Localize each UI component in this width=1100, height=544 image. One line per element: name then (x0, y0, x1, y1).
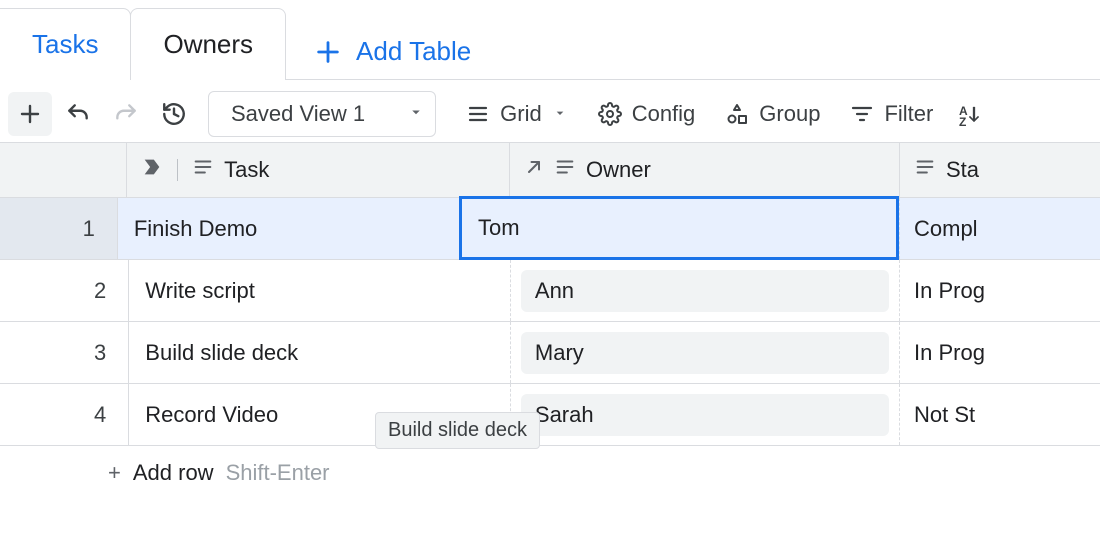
cell-task[interactable]: Build slide deck (129, 322, 511, 383)
tab-owners[interactable]: Owners (130, 8, 286, 80)
history-button[interactable] (152, 92, 196, 136)
divider (177, 159, 178, 181)
cell-task[interactable]: Record Video (129, 384, 511, 445)
redo-button (104, 92, 148, 136)
filter-icon (850, 102, 874, 126)
column-header-owner[interactable]: Owner (510, 143, 900, 197)
column-header-status[interactable]: Sta (900, 143, 1100, 197)
text-column-icon (914, 156, 936, 184)
row-number: 4 (0, 384, 129, 445)
group-label: Group (759, 101, 820, 127)
row-number: 1 (0, 198, 118, 259)
column-status-label: Sta (946, 157, 979, 183)
config-button[interactable]: Config (598, 101, 696, 127)
owner-pill: Sarah (521, 394, 889, 436)
cell-status[interactable]: In Prog (900, 322, 1100, 383)
table-row[interactable]: 1 Finish Demo Tom Compl (0, 198, 1100, 260)
list-icon (466, 102, 490, 126)
plus-icon: + (108, 460, 121, 486)
text-column-icon (554, 156, 576, 184)
grid-label: Grid (500, 101, 542, 127)
selected-cell-frame: Tom (459, 196, 899, 260)
column-owner-label: Owner (586, 157, 651, 183)
cell-owner[interactable]: Ann (511, 260, 900, 321)
gear-icon (598, 102, 622, 126)
plus-icon (314, 38, 342, 66)
saved-view-dropdown[interactable]: Saved View 1 (208, 91, 436, 137)
saved-view-label: Saved View 1 (231, 101, 365, 127)
cell-task[interactable]: Finish Demo (118, 198, 460, 259)
table-row[interactable]: 4 Record Video Sarah Not St (0, 384, 1100, 446)
column-header-task[interactable]: Task (127, 143, 510, 197)
column-task-label: Task (224, 157, 269, 183)
cell-owner[interactable]: Tom (460, 198, 900, 259)
row-number: 2 (0, 260, 129, 321)
table-row[interactable]: 3 Build slide deck Mary In Prog (0, 322, 1100, 384)
text-column-icon (192, 156, 214, 184)
add-row-button[interactable]: + Add row Shift-Enter (0, 446, 1100, 500)
cell-owner[interactable]: Mary (511, 322, 900, 383)
chevron-down-icon (407, 101, 425, 127)
cell-status[interactable]: In Prog (900, 260, 1100, 321)
tab-tasks[interactable]: Tasks (0, 8, 131, 80)
sort-button[interactable]: AZ (957, 102, 981, 126)
owner-pill: Ann (521, 270, 889, 312)
add-row-hint: Shift-Enter (226, 460, 330, 486)
owner-pill: Mary (521, 332, 889, 374)
add-table-button[interactable]: Add Table (314, 36, 471, 67)
cell-status[interactable]: Not St (900, 384, 1100, 445)
add-table-label: Add Table (356, 36, 471, 67)
sort-icon: AZ (957, 102, 981, 126)
table-row[interactable]: 2 Write script Ann In Prog (0, 260, 1100, 322)
chevron-down-icon (552, 101, 568, 127)
row-number: 3 (0, 322, 129, 383)
cell-owner-value: Tom (478, 215, 520, 241)
lookup-icon (524, 157, 544, 183)
add-row-label: Add row (133, 460, 214, 486)
cell-status[interactable]: Compl (900, 198, 1100, 259)
key-column-icon (141, 156, 163, 184)
config-label: Config (632, 101, 696, 127)
group-icon (725, 102, 749, 126)
filter-label: Filter (884, 101, 933, 127)
cell-task[interactable]: Write script (129, 260, 511, 321)
group-button[interactable]: Group (725, 101, 820, 127)
svg-text:Z: Z (959, 115, 966, 126)
row-number-header (0, 143, 127, 197)
grid-view-button[interactable]: Grid (466, 101, 568, 127)
filter-button[interactable]: Filter (850, 101, 933, 127)
add-record-button[interactable] (8, 92, 52, 136)
cell-owner[interactable]: Sarah (511, 384, 900, 445)
undo-button[interactable] (56, 92, 100, 136)
